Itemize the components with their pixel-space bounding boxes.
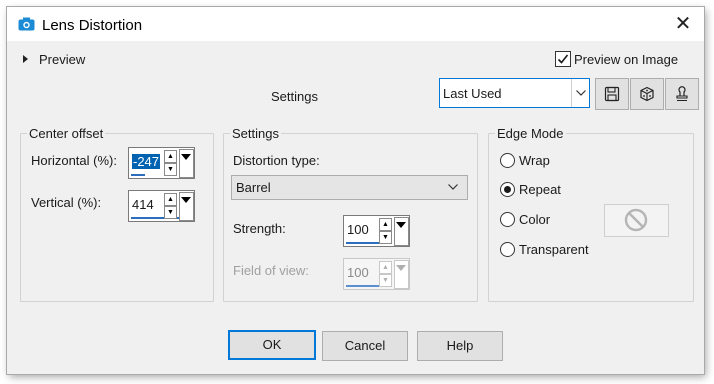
vertical-label: Vertical (%): bbox=[31, 195, 102, 210]
randomize-button[interactable] bbox=[630, 78, 664, 110]
checkbox-box[interactable] bbox=[555, 51, 571, 67]
strength-value-bar bbox=[346, 242, 380, 244]
horizontal-slider-popup[interactable] bbox=[179, 149, 194, 178]
dice-icon bbox=[640, 86, 654, 102]
field-of-view-slider-popup bbox=[394, 260, 409, 289]
decrement-icon[interactable]: ▼ bbox=[164, 163, 177, 176]
field-of-view-value: 100 bbox=[347, 265, 369, 280]
vertical-spinbox[interactable]: 414 ▲ ▼ bbox=[128, 190, 195, 222]
horizontal-stepper[interactable]: ▲ ▼ bbox=[164, 149, 177, 176]
edge-mode-label: Edge Mode bbox=[495, 126, 566, 141]
chevron-down-icon bbox=[448, 184, 458, 190]
color-label: Color bbox=[519, 212, 551, 227]
increment-icon[interactable]: ▲ bbox=[164, 150, 177, 163]
save-preset-button[interactable] bbox=[595, 78, 629, 110]
edge-mode-wrap-radio[interactable]: Wrap bbox=[500, 152, 600, 170]
preview-on-image-checkbox[interactable]: Preview on Image bbox=[555, 51, 685, 69]
decrement-icon[interactable]: ▼ bbox=[164, 206, 177, 219]
vertical-stepper[interactable]: ▲ ▼ bbox=[164, 192, 177, 219]
strength-value[interactable]: 100 bbox=[347, 222, 369, 237]
strength-spinbox[interactable]: 100 ▲ ▼ bbox=[343, 215, 410, 247]
caret-down-icon bbox=[181, 197, 191, 203]
radio-dot bbox=[504, 186, 511, 193]
strength-label: Strength: bbox=[233, 221, 286, 236]
horizontal-label: Horizontal (%): bbox=[31, 153, 117, 168]
preview-on-image-label: Preview on Image bbox=[574, 52, 679, 67]
increment-icon[interactable]: ▲ bbox=[164, 193, 177, 206]
distortion-type-label: Distortion type: bbox=[233, 153, 320, 168]
preset-select[interactable]: Last Used bbox=[439, 78, 590, 108]
edge-mode-repeat-radio[interactable]: Repeat bbox=[500, 181, 600, 199]
no-color-icon bbox=[624, 208, 648, 232]
field-of-view-label: Field of view: bbox=[233, 263, 309, 278]
horizontal-spinbox[interactable]: -247 ▲ ▼ bbox=[128, 147, 195, 179]
caret-right-icon bbox=[23, 55, 28, 63]
reset-button[interactable] bbox=[665, 78, 699, 110]
settings-group-label: Settings bbox=[230, 126, 281, 141]
distortion-type-select[interactable]: Barrel bbox=[231, 175, 468, 200]
title-bar: Lens Distortion ✕ bbox=[7, 7, 704, 41]
window-title: Lens Distortion bbox=[42, 17, 143, 34]
presets-heading: Settings bbox=[271, 89, 318, 104]
radio-button[interactable] bbox=[500, 153, 515, 168]
field-of-view-spinbox: 100 ▲ ▼ bbox=[343, 258, 410, 290]
horizontal-value-bar bbox=[131, 174, 145, 176]
repeat-label: Repeat bbox=[519, 182, 561, 197]
edge-mode-color-radio[interactable]: Color bbox=[500, 211, 600, 229]
ok-button[interactable]: OK bbox=[228, 330, 316, 360]
vertical-value[interactable]: 414 bbox=[132, 197, 154, 212]
radio-button[interactable] bbox=[500, 242, 515, 257]
caret-down-icon bbox=[396, 222, 406, 228]
camera-icon bbox=[18, 17, 35, 31]
horizontal-value[interactable]: -247 bbox=[132, 154, 161, 169]
strength-stepper[interactable]: ▲ ▼ bbox=[379, 217, 392, 244]
increment-icon[interactable]: ▲ bbox=[379, 218, 392, 231]
caret-down-icon bbox=[396, 265, 406, 271]
vertical-slider-popup[interactable] bbox=[179, 192, 194, 221]
center-offset-label: Center offset bbox=[27, 126, 106, 141]
caret-down-icon bbox=[181, 154, 191, 160]
preset-value: Last Used bbox=[443, 86, 502, 101]
strength-slider-popup[interactable] bbox=[394, 217, 409, 246]
help-button[interactable]: Help bbox=[417, 331, 503, 361]
close-icon[interactable]: ✕ bbox=[671, 13, 695, 37]
decrement-icon[interactable]: ▼ bbox=[379, 231, 392, 244]
increment-icon: ▲ bbox=[379, 261, 392, 274]
color-swatch-button[interactable] bbox=[604, 204, 669, 237]
chevron-down-icon bbox=[576, 90, 586, 96]
checkmark-icon bbox=[557, 54, 569, 64]
transparent-label: Transparent bbox=[519, 242, 589, 257]
lens-distortion-dialog: Lens Distortion ✕ Preview Preview on Ima… bbox=[7, 7, 704, 374]
cancel-button[interactable]: Cancel bbox=[322, 331, 408, 361]
distortion-type-value: Barrel bbox=[236, 180, 271, 195]
field-of-view-value-bar bbox=[346, 285, 380, 287]
wrap-label: Wrap bbox=[519, 153, 550, 168]
radio-button[interactable] bbox=[500, 212, 515, 227]
reset-stamp-icon bbox=[676, 86, 688, 102]
preview-label: Preview bbox=[39, 52, 86, 67]
field-of-view-stepper: ▲ ▼ bbox=[379, 260, 392, 287]
floppy-disk-icon bbox=[604, 86, 620, 102]
radio-button-selected[interactable] bbox=[500, 182, 515, 197]
preset-dropdown-button[interactable] bbox=[571, 79, 589, 107]
edge-mode-transparent-radio[interactable]: Transparent bbox=[500, 241, 610, 259]
decrement-icon: ▼ bbox=[379, 274, 392, 287]
